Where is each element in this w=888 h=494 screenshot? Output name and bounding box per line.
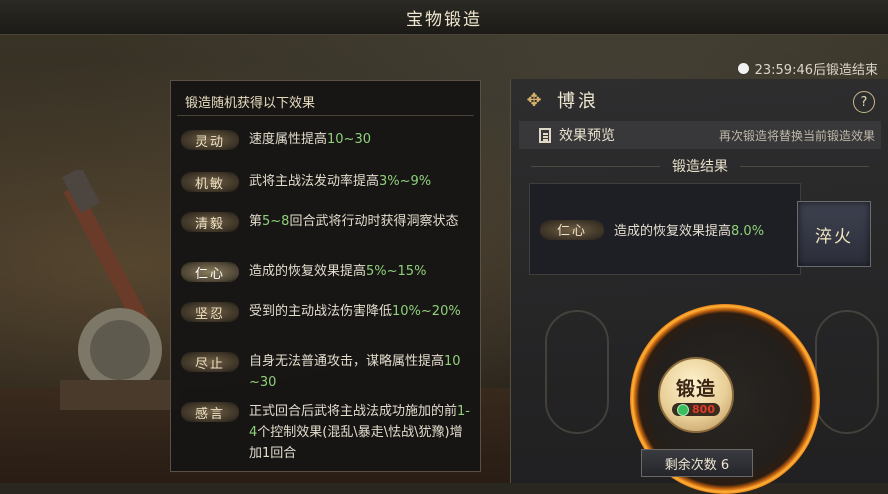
effect-description: 受到的主动战法伤害降低10%~20% xyxy=(249,304,461,319)
hero-name: 博浪 xyxy=(557,91,599,112)
effect-item: 坚忍 受到的主动战法伤害降低10%~20% xyxy=(181,301,481,322)
forge-label: 锻造 xyxy=(675,378,716,400)
effect-description: 造成的恢复效果提高5%~15% xyxy=(249,264,427,279)
forge-result: 仁心 造成的恢复效果提高8.0% xyxy=(529,183,801,275)
effect-tag: 清毅 xyxy=(181,212,239,232)
decor-ornament xyxy=(815,310,879,434)
document-icon xyxy=(539,127,551,143)
tooltip-heading: 锻造随机获得以下效果 xyxy=(185,96,316,111)
effect-description: 第5~8回合武将行动时获得洞察状态 xyxy=(249,214,459,229)
effect-preview-button[interactable]: 效果预览 再次锻造将替换当前锻造效果 xyxy=(519,121,881,149)
effect-tag: 尽止 xyxy=(181,352,239,372)
remaining-count: 剩余次数 6 xyxy=(641,449,753,477)
effect-tag: 坚忍 xyxy=(181,302,239,322)
effect-tag: 仁心 xyxy=(181,262,239,282)
timer-text: 23:59:46后锻造结束 xyxy=(754,63,878,78)
preview-label: 效果预览 xyxy=(559,128,615,144)
result-tag: 仁心 xyxy=(540,219,604,240)
forge-cost: 800 xyxy=(672,403,720,416)
title-bar: 宝物锻造 xyxy=(0,0,888,35)
effect-description: 速度属性提高10~30 xyxy=(249,132,371,147)
effect-tooltip: 锻造随机获得以下效果 灵动 速度属性提高10~30 机敏 武将主战法发动率提高3… xyxy=(170,80,481,472)
quench-button[interactable]: 淬火 xyxy=(797,201,871,267)
effect-description: 武将主战法发动率提高3%~9% xyxy=(249,174,432,189)
effect-item: 感言 正式回合后武将主战法成功施加的前1-4个控制效果(混乱\暴走\怯战\犹豫)… xyxy=(181,401,481,464)
window-title: 宝物锻造 xyxy=(406,9,482,30)
treasure-hammer-image xyxy=(60,170,180,410)
effect-item: 灵动 速度属性提高10~30 xyxy=(181,129,481,150)
hero-emblem-icon: ✥ xyxy=(526,89,542,111)
tooltip-divider xyxy=(177,115,474,116)
preview-hint: 再次锻造将替换当前锻造效果 xyxy=(718,128,875,143)
effect-tag: 感言 xyxy=(181,402,239,422)
effect-description: 自身无法普通攻击，谋略属性提高10~30 xyxy=(249,354,461,390)
help-button[interactable]: ? xyxy=(853,91,875,113)
decor-ornament xyxy=(545,310,609,434)
effect-item: 机敏 武将主战法发动率提高3%~9% xyxy=(181,171,481,192)
effect-item: 清毅 第5~8回合武将行动时获得洞察状态 xyxy=(181,211,481,232)
effect-tag: 机敏 xyxy=(181,172,239,192)
clock-icon xyxy=(737,63,749,74)
effect-item: 仁心 造成的恢复效果提高5%~15% xyxy=(181,261,481,282)
effect-description: 正式回合后武将主战法成功施加的前1-4个控制效果(混乱\暴走\怯战\犹豫)增加1… xyxy=(249,404,470,461)
effect-tag: 灵动 xyxy=(181,130,239,150)
jade-coin-icon xyxy=(677,403,690,416)
cost-value: 800 xyxy=(692,403,715,416)
effect-item: 尽止 自身无法普通攻击，谋略属性提高10~30 xyxy=(181,351,481,393)
forge-button[interactable]: 锻造 800 xyxy=(658,357,734,433)
hero-header: ✥ 博浪 xyxy=(521,87,599,113)
result-heading: 锻造结果 xyxy=(519,153,881,179)
forge-timer: 23:59:46后锻造结束 xyxy=(737,59,878,78)
result-text: 造成的恢复效果提高8.0% xyxy=(614,223,765,239)
